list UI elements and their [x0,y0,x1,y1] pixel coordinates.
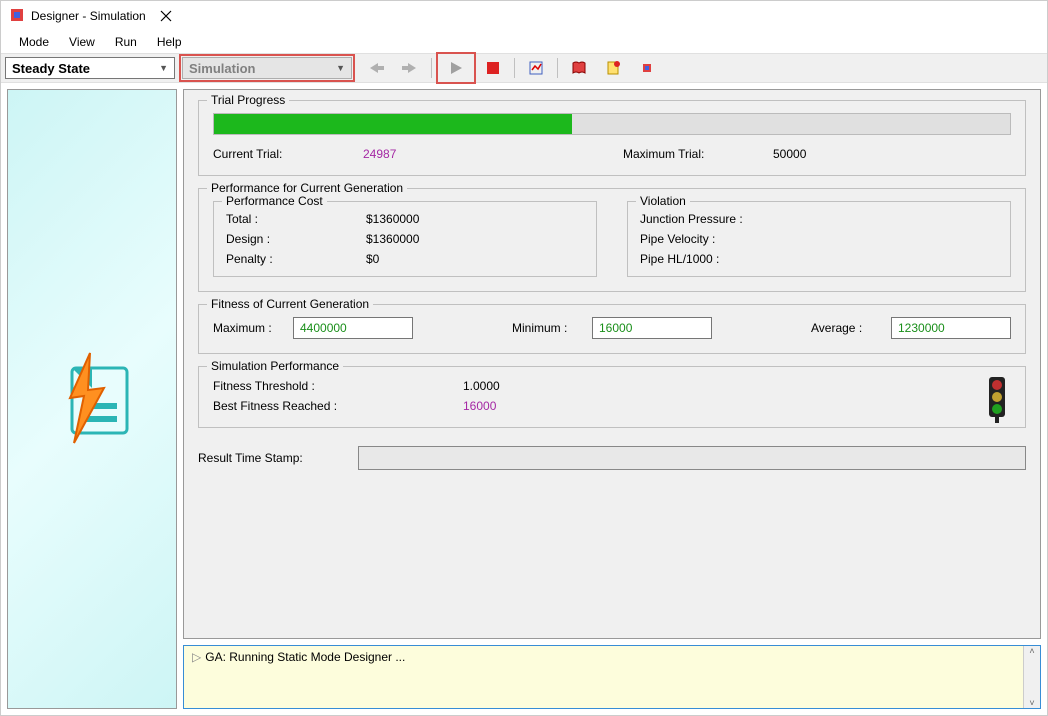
log-scrollbar[interactable]: ˄ ˅ [1023,646,1040,708]
cost-title: Performance Cost [222,194,327,208]
fitness-min-input[interactable]: 16000 [592,317,712,339]
log-panel: ▷ GA: Running Static Mode Designer ... ˄… [183,645,1041,709]
threshold-label: Fitness Threshold : [213,379,463,393]
log-expand-icon[interactable]: ▷ [192,650,201,664]
menu-view[interactable]: View [61,33,103,51]
trial-progress-group: Trial Progress Current Trial: 24987 Maxi… [198,100,1026,176]
performance-title: Performance for Current Generation [207,181,407,195]
traffic-light-icon [983,375,1011,428]
current-trial-value: 24987 [363,147,623,161]
current-trial-label: Current Trial: [213,147,363,161]
sim-perf-group: Simulation Performance Fitness Threshold… [198,366,1026,428]
max-trial-value: 50000 [773,147,806,161]
book-button[interactable] [564,55,594,81]
menu-mode[interactable]: Mode [11,33,57,51]
cost-design-label: Design : [226,232,366,246]
trial-progress-fill [214,114,572,134]
timestamp-input[interactable] [358,446,1026,470]
fitness-group: Fitness of Current Generation Maximum : … [198,304,1026,354]
fitness-avg-input[interactable]: 1230000 [891,317,1011,339]
menubar: Mode View Run Help [1,31,1047,53]
fitness-title: Fitness of Current Generation [207,297,373,311]
timestamp-label: Result Time Stamp: [198,451,348,465]
scroll-down-icon[interactable]: ˅ [1029,698,1034,708]
fitness-max-label: Maximum : [213,321,283,335]
sim-perf-title: Simulation Performance [207,359,343,373]
cost-total-value: $1360000 [366,212,419,226]
fitness-max-value: 4400000 [300,321,347,335]
designer-button[interactable] [632,55,662,81]
threshold-value: 1.0000 [463,379,500,393]
side-panel [7,89,177,709]
report-button[interactable] [598,55,628,81]
close-button[interactable] [146,2,186,30]
fitness-max-input[interactable]: 4400000 [293,317,413,339]
stop-button[interactable] [478,55,508,81]
titlebar: Designer - Simulation [1,1,1047,31]
log-line: GA: Running Static Mode Designer ... [205,650,405,664]
play-button-highlight [436,52,476,84]
best-fitness-label: Best Fitness Reached : [213,399,463,413]
menu-help[interactable]: Help [149,33,190,51]
lightning-doc-icon [42,338,142,461]
app-icon [9,7,25,26]
violation-velocity-label: Pipe Velocity : [640,232,800,246]
trial-progress-title: Trial Progress [207,93,289,107]
trial-row: Current Trial: 24987 Maximum Trial: 5000… [213,147,1011,161]
toolbar: Steady State ▼ Simulation ▼ [1,53,1047,83]
trial-progress-bar [213,113,1011,135]
main-panel: Trial Progress Current Trial: 24987 Maxi… [183,89,1041,709]
chart-button[interactable] [521,55,551,81]
sim-select[interactable]: Simulation ▼ [182,57,352,79]
sim-select-highlight: Simulation ▼ [179,54,355,82]
timestamp-row: Result Time Stamp: [198,446,1026,470]
violation-title: Violation [636,194,690,208]
max-trial-label: Maximum Trial: [623,147,773,161]
sim-select-value: Simulation [189,61,255,76]
nav-forward-button[interactable] [395,55,425,81]
fitness-row: Maximum : 4400000 Minimum : 16000 Averag… [213,317,1011,339]
cost-total-label: Total : [226,212,366,226]
scroll-up-icon[interactable]: ˄ [1029,646,1034,656]
violation-group: Violation Junction Pressure : Pipe Veloc… [627,201,1011,277]
mode-select[interactable]: Steady State ▼ [5,57,175,79]
play-button[interactable] [441,55,471,81]
fitness-min-label: Minimum : [512,321,582,335]
window-title: Designer - Simulation [31,9,146,23]
mode-select-value: Steady State [12,61,90,76]
toolbar-separator [557,58,558,78]
cost-penalty-value: $0 [366,252,379,266]
form-panel: Trial Progress Current Trial: 24987 Maxi… [183,89,1041,639]
content-area: Trial Progress Current Trial: 24987 Maxi… [1,83,1047,715]
toolbar-separator [514,58,515,78]
performance-row: Performance Cost Total : $1360000 Design… [213,201,1011,277]
violation-hl-label: Pipe HL/1000 : [640,252,800,266]
fitness-avg-label: Average : [811,321,881,335]
cost-group: Performance Cost Total : $1360000 Design… [213,201,597,277]
chevron-down-icon: ▼ [159,63,168,73]
cost-penalty-label: Penalty : [226,252,366,266]
fitness-avg-value: 1230000 [898,321,945,335]
best-fitness-value: 16000 [463,399,496,413]
toolbar-separator [431,58,432,78]
nav-back-button[interactable] [361,55,391,81]
cost-design-value: $1360000 [366,232,419,246]
fitness-min-value: 16000 [599,321,632,335]
violation-junction-label: Junction Pressure : [640,212,800,226]
performance-group: Performance for Current Generation Perfo… [198,188,1026,292]
chevron-down-icon: ▼ [336,63,345,73]
menu-run[interactable]: Run [107,33,145,51]
